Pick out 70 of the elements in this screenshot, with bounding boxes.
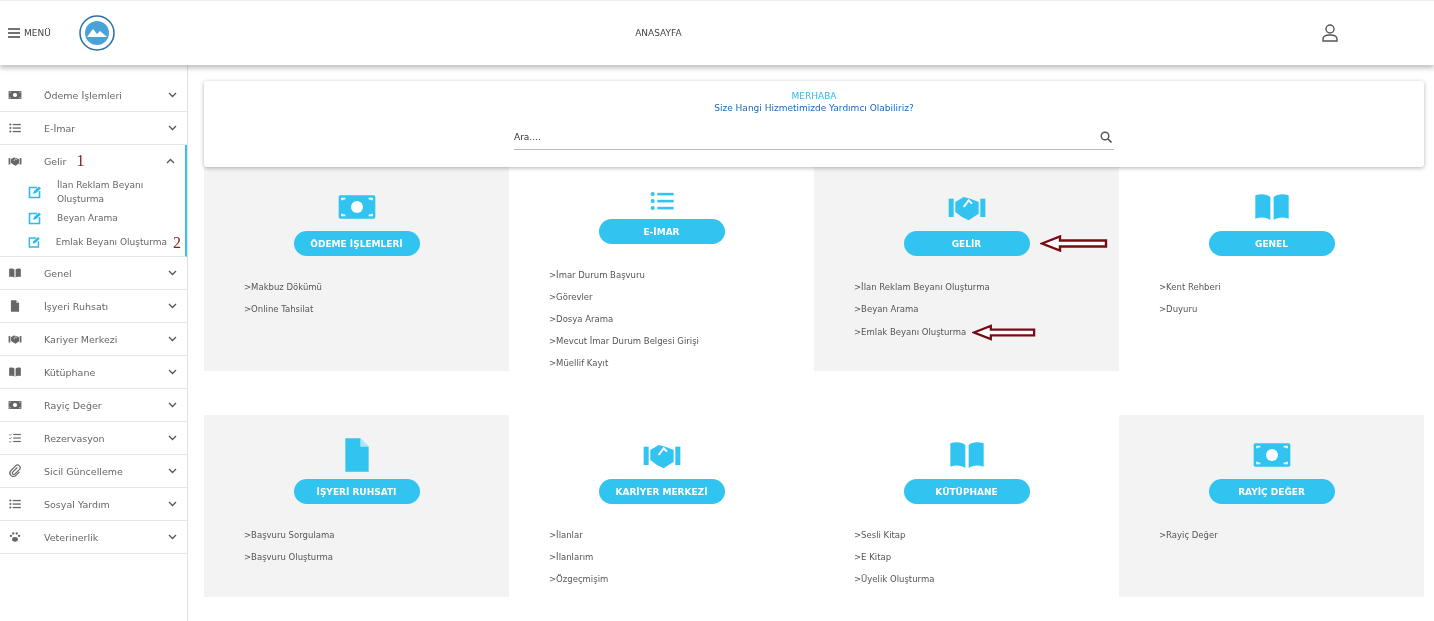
edit-icon — [28, 211, 41, 225]
chevron-down-icon — [168, 270, 177, 277]
service-link[interactable]: >Başvuru Oluşturma — [244, 550, 333, 565]
user-icon[interactable] — [1322, 24, 1338, 42]
chevron-down-icon — [168, 92, 177, 98]
service-link[interactable]: >Özgeçmişim — [549, 572, 609, 587]
menu-button[interactable]: MENÜ — [8, 28, 51, 38]
chevron-down-icon — [168, 336, 177, 343]
sidebar-item[interactable]: Kütüphane — [0, 356, 187, 389]
submenu-item[interactable]: Emlak Beyanı Oluşturma 2 — [0, 228, 185, 257]
banknote-icon — [8, 88, 22, 102]
service-link[interactable]: >Başvuru Sorgulama — [244, 528, 335, 543]
sidebar-item[interactable]: İşyeri Ruhsatı — [0, 290, 187, 323]
paw-icon — [8, 530, 22, 545]
sidebar-item[interactable]: E-İmar — [0, 112, 187, 144]
chevron-down-icon — [168, 125, 177, 131]
menu-icon — [8, 28, 20, 38]
search-icon[interactable] — [1100, 131, 1112, 143]
submenu-item[interactable]: İlan Reklam Beyanı Oluşturma — [0, 177, 185, 208]
chevron-down-icon — [168, 501, 177, 508]
list-icon — [8, 121, 22, 135]
chevron-down-icon — [168, 534, 177, 541]
edit-icon — [28, 236, 40, 250]
service-link[interactable]: >Dosya Arama — [549, 312, 614, 327]
chevron-down-icon — [168, 303, 177, 310]
sidebar-item[interactable]: Rayiç Değer — [0, 389, 187, 422]
sidebar-item[interactable]: Sicil Güncelleme — [0, 455, 187, 488]
chevron-down-icon — [168, 369, 177, 376]
checklist-icon — [8, 431, 22, 446]
service-link[interactable]: >Görevler — [549, 290, 593, 305]
search-field[interactable]: Ara.... — [514, 125, 1114, 150]
service-link[interactable]: >Beyan Arama — [854, 302, 919, 317]
service-link[interactable]: >Makbuz Dökümü — [244, 280, 322, 295]
chevron-down-icon — [168, 435, 177, 442]
service-link[interactable]: >Üyelik Oluşturma — [854, 572, 935, 587]
annotation-number: 2 — [173, 232, 181, 253]
sidebar-item[interactable]: Genel — [0, 257, 187, 290]
chevron-down-icon — [168, 468, 177, 475]
service-link[interactable]: >Müellif Kayıt — [549, 356, 609, 371]
service-link[interactable]: >Mevcut İmar Durum Belgesi Girişi — [549, 334, 699, 349]
sidebar-item[interactable]: Veterinerlik — [0, 521, 187, 554]
sidebar-item[interactable]: Rezervasyon — [0, 422, 187, 455]
annotation-number: 1 — [76, 152, 85, 170]
greeting-text: MERHABA — [791, 91, 837, 101]
document-icon — [8, 299, 22, 314]
sidebar-item[interactable]: Kariyer Merkezi — [0, 323, 187, 356]
page-title: ANASAYFA — [634, 28, 683, 38]
sidebar-item[interactable]: Gelir 1 — [0, 145, 185, 177]
service-link[interactable]: >Online Tahsilat — [244, 302, 314, 317]
service-link[interactable]: >İmar Durum Başvuru — [549, 268, 645, 283]
service-link[interactable]: >Emlak Beyanı Oluşturma — [854, 325, 967, 340]
sidebar-item[interactable]: Ödeme İşlemleri — [0, 79, 187, 111]
service-link[interactable]: >Duyuru — [1159, 302, 1198, 317]
annotation-arrow — [972, 324, 1037, 341]
service-link[interactable]: >Sesli Kitap — [854, 528, 906, 543]
edit-icon — [28, 185, 41, 199]
chevron-down-icon — [168, 402, 177, 409]
service-link[interactable]: >İlanlar — [549, 528, 583, 543]
logo-icon — [78, 15, 115, 51]
service-link[interactable]: >Rayiç Değer — [1159, 528, 1218, 543]
service-link[interactable]: >İlan Reklam Beyanı Oluşturma — [854, 280, 990, 295]
submenu-item[interactable]: Beyan Arama — [0, 207, 185, 229]
sidebar-item[interactable]: Sosyal Yardım — [0, 488, 187, 521]
paperclip-icon — [8, 464, 22, 479]
annotation-arrow — [1039, 235, 1108, 252]
help-question: Size Hangi Hizmetimizde Yardımcı Olabiliriz? — [714, 103, 914, 113]
chevron-up-icon — [166, 158, 175, 164]
service-link[interactable]: >Kent Rehberi — [1159, 280, 1221, 295]
service-link[interactable]: >İlanlarım — [549, 550, 594, 565]
service-link[interactable]: >E Kitap — [854, 550, 892, 565]
